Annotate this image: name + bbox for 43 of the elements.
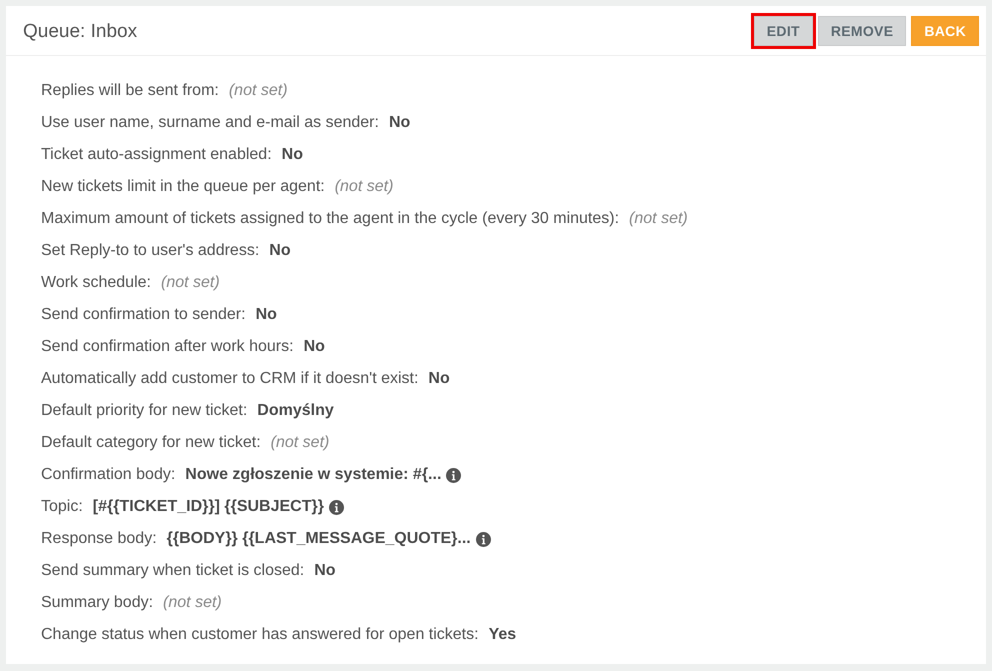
setting-value: (not set)	[160, 274, 220, 292]
setting-label: Set Reply-to to user's address:	[41, 242, 260, 260]
setting-value: No	[269, 242, 291, 260]
setting-value: (not set)	[334, 178, 394, 196]
setting-value: Yes	[488, 626, 516, 644]
setting-value: No	[304, 338, 325, 356]
setting-value: (not set)	[270, 434, 330, 452]
setting-value: {{BODY}} {{LAST_MESSAGE_QUOTE}...	[166, 530, 471, 548]
setting-label: Send confirmation after work hours:	[41, 338, 294, 356]
info-icon[interactable]	[476, 532, 491, 546]
page-title: Queue: Inbox	[23, 20, 138, 42]
setting-label: Automatically add customer to CRM if it doesn't exist:	[41, 370, 418, 388]
setting-value: No	[256, 306, 277, 324]
setting-value: No	[428, 370, 450, 388]
setting-label: Summary body:	[41, 594, 154, 612]
setting-label: Confirmation body:	[41, 466, 176, 484]
setting-label: Response body:	[41, 530, 157, 548]
remove-button[interactable]: REMOVE	[818, 16, 906, 46]
setting-label: Change status when customer has answered for open tickets:	[41, 626, 479, 644]
setting-label: Topic:	[41, 498, 83, 516]
edit-button[interactable]: EDIT	[754, 16, 813, 46]
setting-value: (not set)	[228, 82, 288, 100]
setting-label: Maximum amount of tickets assigned to the agent in the cycle (every 30 minutes):	[41, 210, 620, 228]
setting-label: New tickets limit in the queue per agent:	[41, 178, 325, 196]
setting-value: No	[314, 562, 336, 580]
setting-label: Send confirmation to sender:	[41, 306, 246, 324]
info-icon[interactable]	[328, 500, 344, 514]
setting-value: (not set)	[629, 210, 688, 228]
setting-value: [#{{TICKET_ID}}] {{SUBJECT}}	[92, 498, 324, 516]
back-button[interactable]: BACK	[911, 16, 979, 46]
setting-value: (not set)	[163, 594, 222, 612]
info-icon[interactable]	[446, 468, 462, 482]
setting-value: Nowe zgłoszenie w systemie: #{...	[185, 466, 442, 484]
setting-label: Replies will be sent from:	[41, 82, 219, 100]
setting-value: No	[282, 146, 303, 164]
setting-label: Ticket auto-assignment enabled:	[41, 146, 272, 164]
setting-label: Send summary when ticket is closed:	[41, 562, 304, 580]
setting-label: Use user name, surname and e-mail as sender:	[41, 114, 379, 132]
setting-label: Default category for new ticket:	[41, 434, 261, 452]
setting-value: No	[388, 114, 410, 132]
setting-value: Domyślny	[257, 402, 334, 420]
setting-label: Default priority for new ticket:	[41, 402, 248, 420]
setting-label: Work schedule:	[41, 274, 151, 292]
